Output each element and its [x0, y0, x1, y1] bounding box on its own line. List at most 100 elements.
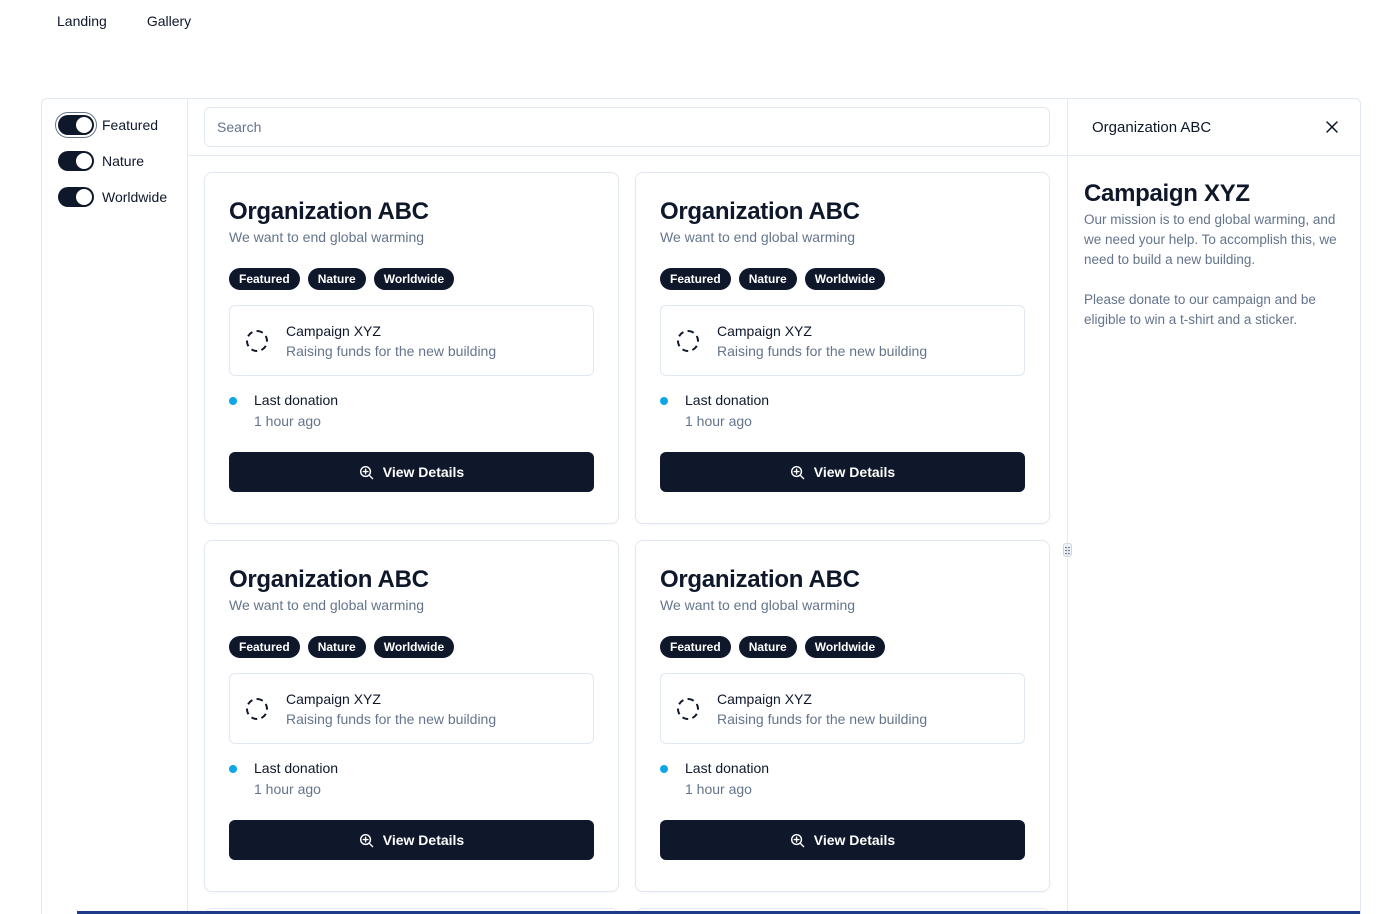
zoom-in-icon: [359, 833, 374, 847]
search-input[interactable]: [204, 107, 1050, 147]
featured-toggle[interactable]: [58, 115, 94, 135]
filter-sidebar: Featured Nature Worldwide: [42, 99, 188, 914]
badge-list: Featured Nature Worldwide: [660, 636, 1025, 658]
toggle-knob: [76, 153, 92, 169]
view-details-button[interactable]: View Details: [229, 452, 594, 492]
loader-circle-icon: [677, 697, 699, 720]
badge-worldwide: Worldwide: [373, 636, 455, 658]
campaign-subtitle: Raising funds for the new building: [717, 710, 928, 727]
org-card: Organization ABC We want to end global w…: [204, 172, 619, 524]
worldwide-toggle[interactable]: [58, 187, 94, 207]
campaign-box[interactable]: Campaign XYZ Raising funds for the new b…: [229, 673, 594, 744]
status-dot-icon: [229, 397, 237, 405]
badge-nature: Nature: [738, 636, 797, 658]
campaign-subtitle: Raising funds for the new building: [286, 342, 497, 359]
campaign-text: Campaign XYZ Raising funds for the new b…: [717, 323, 927, 359]
donation-label: Last donation: [254, 392, 339, 408]
donation-text: Last donation 1 hour ago: [685, 760, 769, 797]
status-dot-icon: [229, 765, 237, 773]
zoom-in-icon: [359, 465, 374, 479]
donation-time: 1 hour ago: [254, 781, 321, 797]
campaign-text: Campaign XYZ Raising funds for the new b…: [717, 691, 927, 727]
badge-list: Featured Nature Worldwide: [660, 268, 1025, 290]
last-donation: Last donation 1 hour ago: [660, 392, 1025, 429]
filter-featured[interactable]: Featured: [58, 113, 187, 137]
donation-text: Last donation 1 hour ago: [685, 392, 769, 429]
card-subtitle: We want to end global warming: [660, 597, 856, 613]
badge-featured: Featured: [660, 636, 731, 658]
toggle-knob: [76, 189, 92, 205]
nav-gallery[interactable]: Gallery: [147, 13, 191, 29]
filter-label: Worldwide: [102, 189, 168, 205]
badge-nature: Nature: [307, 268, 366, 290]
nature-toggle[interactable]: [58, 151, 94, 171]
campaign-subtitle: Raising funds for the new building: [286, 710, 497, 727]
campaign-box[interactable]: Campaign XYZ Raising funds for the new b…: [229, 305, 594, 376]
loader-circle-icon: [246, 697, 268, 720]
card-subtitle: We want to end global warming: [229, 229, 425, 245]
view-details-label: View Details: [382, 464, 465, 480]
last-donation: Last donation 1 hour ago: [229, 392, 594, 429]
campaign-title: Campaign XYZ: [717, 690, 812, 707]
donation-time: 1 hour ago: [254, 413, 321, 429]
close-icon[interactable]: [1324, 119, 1340, 135]
card-title: Organization ABC: [660, 566, 860, 593]
view-details-button[interactable]: View Details: [660, 820, 1025, 860]
campaign-subtitle: Raising funds for the new building: [717, 342, 928, 359]
badge-list: Featured Nature Worldwide: [229, 268, 594, 290]
zoom-in-icon: [790, 465, 805, 479]
badge-worldwide: Worldwide: [373, 268, 455, 290]
badge-nature: Nature: [738, 268, 797, 290]
badge-worldwide: Worldwide: [804, 636, 886, 658]
last-donation: Last donation 1 hour ago: [660, 760, 1025, 797]
donation-text: Last donation 1 hour ago: [254, 760, 338, 797]
filter-worldwide[interactable]: Worldwide: [58, 185, 187, 209]
detail-header: Organization ABC: [1068, 99, 1360, 156]
campaign-title: Campaign XYZ: [717, 322, 812, 339]
last-donation: Last donation 1 hour ago: [229, 760, 594, 797]
donation-label: Last donation: [254, 760, 339, 776]
detail-paragraph: Please donate to our campaign and be eli…: [1084, 292, 1316, 327]
detail-org-name: Organization ABC: [1092, 118, 1212, 136]
badge-featured: Featured: [229, 268, 300, 290]
badge-nature: Nature: [307, 636, 366, 658]
org-card: Organization ABC We want to end global w…: [635, 172, 1050, 524]
donation-label: Last donation: [685, 760, 770, 776]
campaign-box[interactable]: Campaign XYZ Raising funds for the new b…: [660, 305, 1025, 376]
badge-featured: Featured: [229, 636, 300, 658]
filter-label: Nature: [102, 153, 145, 169]
app-frame: Featured Nature Worldwide Organization A…: [41, 98, 1361, 914]
view-details-button[interactable]: View Details: [660, 452, 1025, 492]
loader-circle-icon: [246, 329, 268, 352]
org-card: Organization ABC We want to end global w…: [635, 540, 1050, 892]
org-card: Organization ABC We want to end global w…: [204, 540, 619, 892]
search-bar: [188, 99, 1067, 156]
donation-text: Last donation 1 hour ago: [254, 392, 338, 429]
card-title: Organization ABC: [660, 198, 860, 225]
view-details-label: View Details: [382, 832, 465, 848]
donation-time: 1 hour ago: [685, 413, 752, 429]
badge-worldwide: Worldwide: [804, 268, 886, 290]
campaign-box[interactable]: Campaign XYZ Raising funds for the new b…: [660, 673, 1025, 744]
donation-time: 1 hour ago: [685, 781, 752, 797]
card-title: Organization ABC: [229, 198, 429, 225]
card-grid: Organization ABC We want to end global w…: [204, 172, 1050, 892]
detail-panel: Organization ABC Campaign XYZ Our missio…: [1067, 99, 1360, 914]
detail-body: Campaign XYZ Our mission is to end globa…: [1068, 156, 1360, 330]
campaign-text: Campaign XYZ Raising funds for the new b…: [286, 323, 496, 359]
campaign-title: Campaign XYZ: [286, 322, 381, 339]
card-subtitle: We want to end global warming: [660, 229, 856, 245]
badge-featured: Featured: [660, 268, 731, 290]
donation-label: Last donation: [685, 392, 770, 408]
status-dot-icon: [660, 397, 668, 405]
filter-nature[interactable]: Nature: [58, 149, 187, 173]
card-subtitle: We want to end global warming: [229, 597, 425, 613]
card-list-panel: Organization ABC We want to end global w…: [188, 99, 1067, 914]
view-details-label: View Details: [813, 832, 896, 848]
zoom-in-icon: [790, 833, 805, 847]
view-details-label: View Details: [813, 464, 896, 480]
nav-landing[interactable]: Landing: [57, 13, 107, 29]
view-details-button[interactable]: View Details: [229, 820, 594, 860]
badge-list: Featured Nature Worldwide: [229, 636, 594, 658]
campaign-text: Campaign XYZ Raising funds for the new b…: [286, 691, 496, 727]
